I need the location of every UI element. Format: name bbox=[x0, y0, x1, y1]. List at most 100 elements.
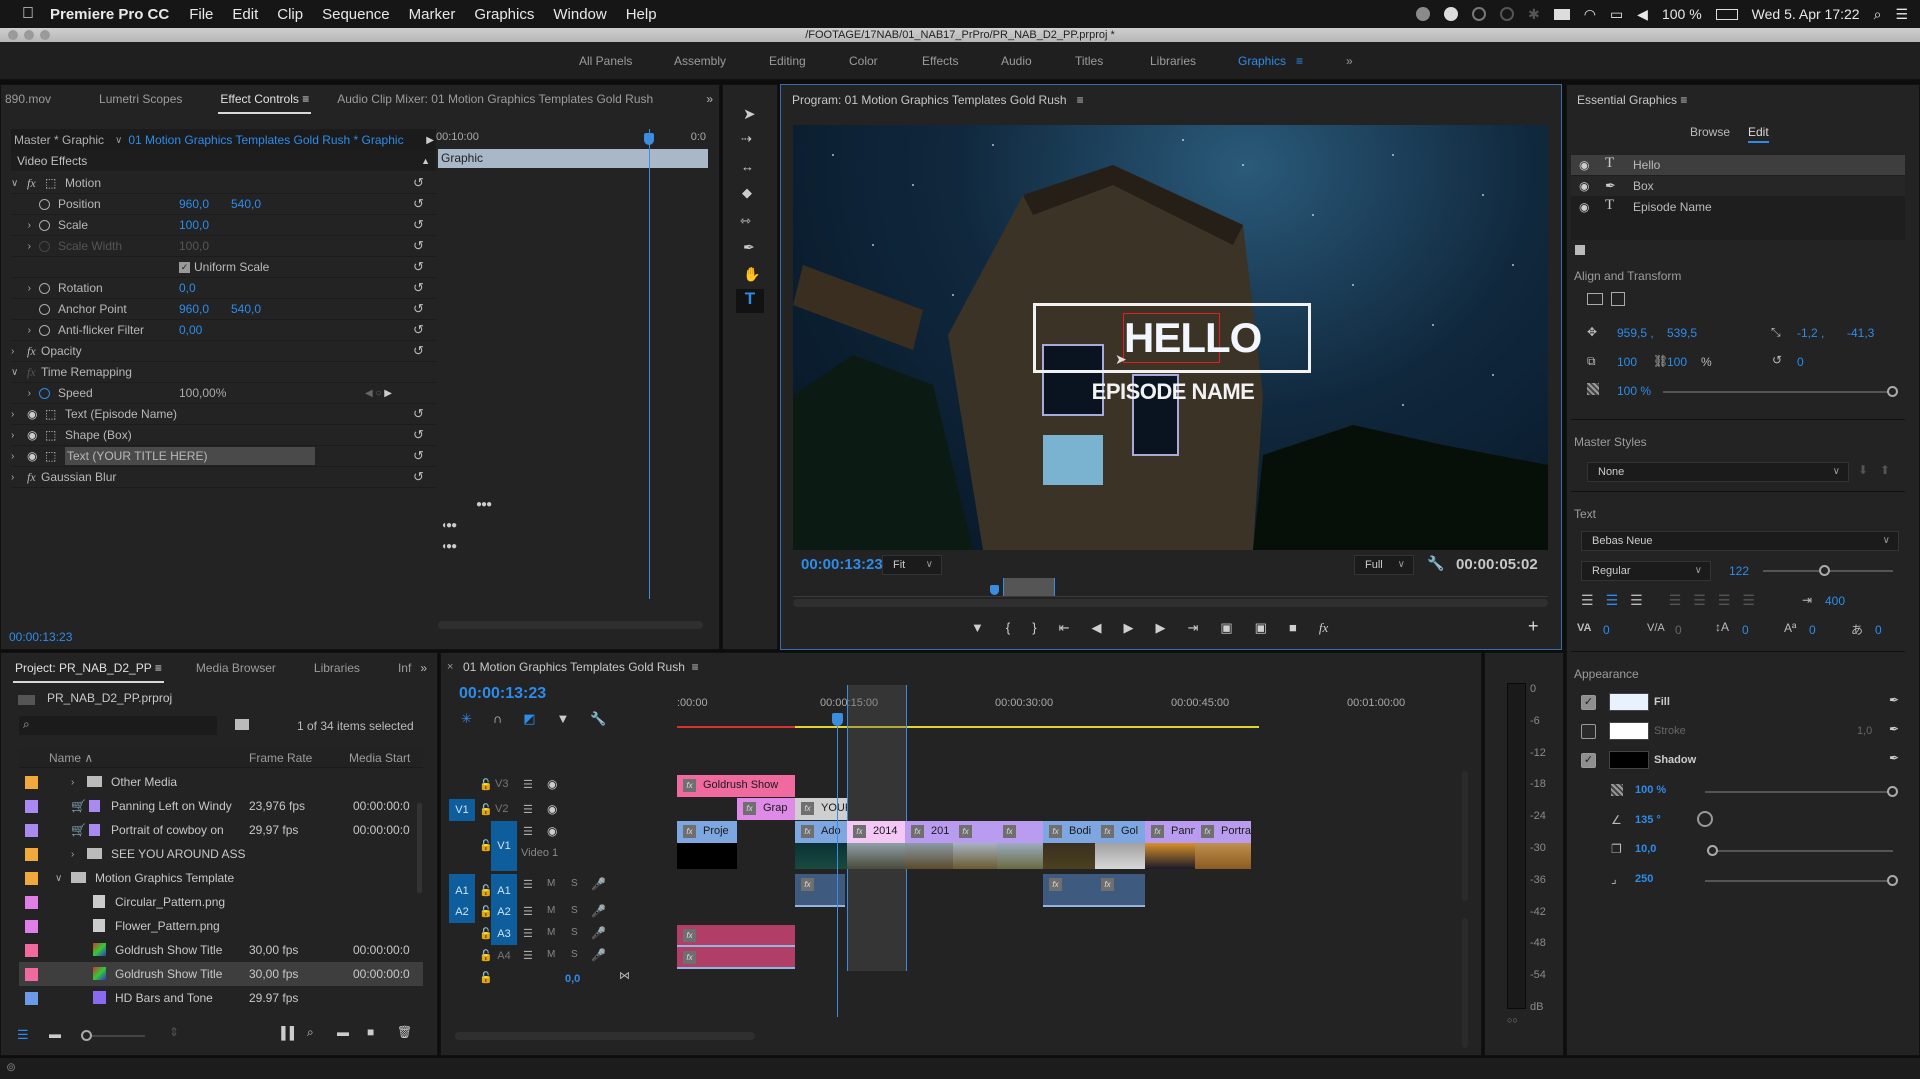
step-forward-icon[interactable]: ▶ bbox=[1155, 620, 1165, 636]
column-frame-rate[interactable]: Frame Rate bbox=[249, 751, 312, 765]
shadow-opacity-slider[interactable] bbox=[1705, 786, 1898, 797]
fill-checkbox[interactable]: ✓ bbox=[1581, 695, 1596, 710]
eye-icon[interactable]: ◉ bbox=[27, 428, 45, 442]
mute-button[interactable]: M bbox=[547, 949, 555, 960]
go-to-out-icon[interactable]: ⇥ bbox=[1187, 620, 1198, 636]
effect-row[interactable]: › Scale Width 100,0 ↺ bbox=[11, 236, 436, 257]
play-icon[interactable]: ▶ bbox=[1123, 620, 1133, 636]
audio-clip[interactable]: fx bbox=[1043, 874, 1095, 907]
airplay-icon[interactable]: ▭ bbox=[1610, 6, 1623, 23]
workspace-menu-icon[interactable]: ≡ bbox=[1296, 54, 1303, 68]
eye-icon[interactable]: ◉ bbox=[1579, 179, 1589, 193]
expand-chevron-icon[interactable]: › bbox=[11, 451, 27, 462]
effect-row[interactable]: › Rotation 0,0 ↺ bbox=[11, 278, 436, 299]
timeline-clip[interactable]: fx YOUR bbox=[795, 798, 847, 820]
solo-button[interactable]: S bbox=[571, 927, 578, 938]
toggle-sync-lock-icon[interactable]: ☰ bbox=[523, 878, 533, 891]
expand-chevron-icon[interactable]: › bbox=[71, 777, 74, 788]
shadow-size-value[interactable]: 250 bbox=[1635, 873, 1653, 885]
tab-audio-clip-mixer[interactable]: Audio Clip Mixer: 01 Motion Graphics Tem… bbox=[323, 92, 667, 106]
project-item[interactable]: Goldrush Show Title 30,00 fps 00:00:00:0 bbox=[19, 938, 423, 962]
mute-button[interactable]: M bbox=[547, 927, 555, 938]
icon-view-icon[interactable]: ▬ bbox=[49, 1027, 61, 1041]
reset-icon[interactable]: ↺ bbox=[413, 238, 424, 254]
unlink-scale-icon[interactable]: ⛓ bbox=[1653, 354, 1668, 368]
voice-over-record-icon[interactable]: 🎤 bbox=[591, 904, 606, 918]
label-color-swatch[interactable] bbox=[25, 847, 38, 861]
sequence-clip-label[interactable]: 01 Motion Graphics Templates Gold Rush *… bbox=[128, 133, 403, 147]
expand-chevron-icon[interactable]: › bbox=[71, 849, 74, 860]
effect-row[interactable]: › ◉ ⬚ Text (YOUR TITLE HERE) ↺ bbox=[11, 446, 436, 467]
expand-chevron-icon[interactable]: › bbox=[11, 409, 27, 420]
tab-width-value[interactable]: 400 bbox=[1825, 594, 1845, 608]
property-value[interactable]: 0,0 bbox=[179, 281, 196, 295]
slip-tool-icon[interactable]: ⇿ bbox=[740, 213, 751, 229]
property-value[interactable]: 540,0 bbox=[231, 302, 261, 316]
menu-marker[interactable]: Marker bbox=[409, 6, 456, 23]
track-select-tool-icon[interactable]: ⇢ bbox=[741, 131, 752, 147]
timeline-playhead-handle[interactable] bbox=[832, 713, 843, 726]
new-bin-icon[interactable]: ▬ bbox=[337, 1025, 349, 1039]
slider-knob[interactable] bbox=[81, 1030, 92, 1041]
tab-project[interactable]: Project: PR_NAB_D2_PP ≡ bbox=[1, 661, 176, 683]
font-style-dropdown[interactable]: Regular ∨ bbox=[1581, 561, 1711, 581]
menu-help[interactable]: Help bbox=[626, 6, 657, 23]
toggle-track-output-eye-icon[interactable]: ◉ bbox=[547, 777, 557, 791]
effect-playhead-handle[interactable] bbox=[644, 133, 654, 145]
menu-graphics[interactable]: Graphics bbox=[474, 6, 534, 23]
stopwatch-icon[interactable] bbox=[39, 240, 50, 252]
delete-icon[interactable]: 🗑 bbox=[397, 1025, 412, 1039]
title-text-hello[interactable]: HELLO bbox=[1123, 313, 1262, 363]
creative-cloud-sync-icon[interactable]: ⊚ bbox=[6, 1060, 16, 1074]
project-item[interactable]: Circular_Pattern.png bbox=[19, 890, 423, 914]
panel-menu-icon[interactable]: ≡ bbox=[155, 661, 162, 675]
stroke-checkbox[interactable] bbox=[1581, 724, 1596, 739]
effect-row[interactable]: › ◉ ⬚ Shape (Box) ↺ bbox=[11, 425, 436, 446]
timeline-timecode[interactable]: 00:00:13:23 bbox=[459, 685, 546, 703]
workspaces-overflow[interactable]: » bbox=[1346, 54, 1353, 68]
tsume-value[interactable]: 0 bbox=[1875, 623, 1882, 637]
timeline-clip[interactable]: fx Ado bbox=[795, 821, 847, 869]
reset-icon[interactable]: ↺ bbox=[413, 448, 424, 464]
effect-row[interactable]: ∨ fx ⬚ Motion ↺ bbox=[11, 173, 436, 194]
justify-left-icon[interactable]: ☰ bbox=[1669, 592, 1682, 609]
panel-menu-icon[interactable]: ≡ bbox=[692, 660, 699, 674]
property-value[interactable]: 100,00% bbox=[179, 386, 226, 400]
property-value[interactable]: 960,0 bbox=[179, 302, 209, 316]
menu-sequence[interactable]: Sequence bbox=[322, 6, 390, 23]
label-color-swatch[interactable] bbox=[25, 871, 38, 885]
project-item[interactable]: HD Bars and Tone 29.97 fps bbox=[19, 986, 423, 1010]
playback-resolution-dropdown[interactable]: Full ∨ bbox=[1354, 555, 1414, 575]
toggle-sync-lock-icon[interactable]: ☰ bbox=[523, 949, 533, 962]
track-lock-icon[interactable]: 🔓 bbox=[479, 971, 493, 984]
reset-icon[interactable]: ↺ bbox=[413, 175, 424, 191]
label-color-swatch[interactable] bbox=[25, 895, 38, 909]
find-bin-icon[interactable] bbox=[235, 719, 249, 730]
audio-clip[interactable]: fx bbox=[677, 925, 795, 947]
stopwatch-icon[interactable] bbox=[39, 219, 50, 231]
timeline-clip[interactable]: fx Pann bbox=[1145, 821, 1195, 869]
master-clip-label[interactable]: Master * Graphic bbox=[11, 133, 115, 147]
track-lock-icon[interactable]: 🔓 bbox=[479, 803, 493, 816]
apple-icon[interactable]:  bbox=[22, 5, 34, 23]
video-tracks-scrollbar[interactable] bbox=[1462, 771, 1468, 901]
effect-row[interactable]: › fx Gaussian Blur ↺ bbox=[11, 467, 436, 488]
razor-tool-icon[interactable]: ◆ bbox=[742, 185, 752, 201]
app-menu[interactable]: Premiere Pro CC bbox=[50, 6, 169, 23]
toggle-sync-lock-icon[interactable]: ☰ bbox=[523, 803, 533, 816]
kerning-value[interactable]: 0 bbox=[1603, 623, 1610, 637]
type-tool-icon[interactable]: T bbox=[736, 289, 764, 313]
add-marker-icon[interactable]: ▼ bbox=[557, 711, 570, 727]
timeline-clip[interactable]: fx 2014 bbox=[847, 821, 905, 869]
project-item[interactable]: › Other Media bbox=[19, 770, 423, 794]
collapse-chevron-icon[interactable]: ∨ bbox=[55, 873, 62, 884]
find-icon[interactable]: ⌕ bbox=[307, 1025, 314, 1040]
solo-buttons[interactable]: ○○ bbox=[1507, 1015, 1518, 1025]
slider-knob[interactable] bbox=[1887, 875, 1898, 886]
toggle-sync-lock-icon[interactable]: ☰ bbox=[523, 905, 533, 918]
effect-controls-timecode[interactable]: 00:00:13:23 bbox=[9, 630, 72, 644]
effect-row[interactable]: ✓ Uniform Scale ↺ bbox=[11, 257, 436, 278]
wifi-icon[interactable]: ◠ bbox=[1584, 6, 1596, 23]
source-patch-v1[interactable]: V1 bbox=[449, 799, 475, 821]
eye-icon[interactable]: ◉ bbox=[1579, 158, 1589, 172]
